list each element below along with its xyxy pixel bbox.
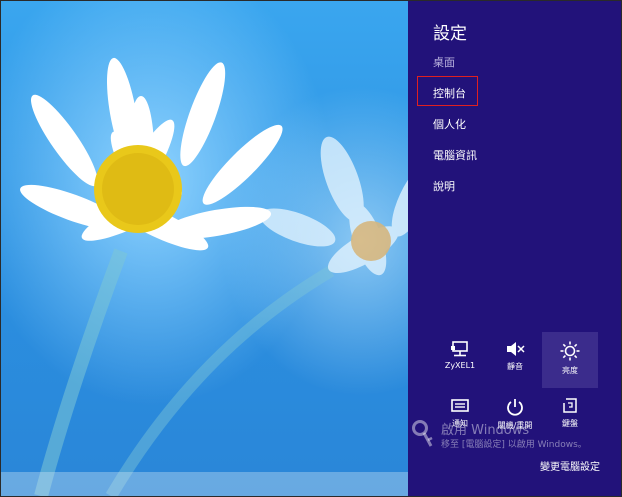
watermark-title: 啟用 Windows <box>441 423 530 438</box>
settings-title: 設定 <box>433 24 467 44</box>
daisy-wallpaper-image <box>20 57 408 496</box>
menu-item-help[interactable]: 說明 <box>433 178 455 194</box>
notifications-icon <box>451 399 469 412</box>
taskbar-strip <box>1 472 408 496</box>
menu-item-personalization[interactable]: 個人化 <box>433 116 466 132</box>
network-tile[interactable]: ZyXEL1 <box>432 332 488 388</box>
keyboard-label: 鍵盤 <box>562 419 578 428</box>
watermark-subtitle: 移至 [電腦設定] 以啟用 Windows。 <box>441 440 587 450</box>
speaker-mute-icon <box>507 342 525 356</box>
network-label: ZyXEL1 <box>444 361 476 370</box>
key-icon <box>412 420 433 447</box>
brightness-sun-icon <box>560 341 580 361</box>
menu-item-desktop[interactable]: 桌面 <box>433 54 455 70</box>
power-icon <box>507 399 523 416</box>
screenshot-frame: 設定 桌面 控制台 個人化 電腦資訊 說明 ZyXEL1 靜音 亮度 通知 關機… <box>0 0 622 497</box>
menu-item-control-panel[interactable]: 控制台 <box>433 85 466 101</box>
keyboard-icon <box>563 398 577 413</box>
brightness-label: 亮度 <box>562 366 578 375</box>
brightness-tile[interactable]: 亮度 <box>542 332 598 388</box>
volume-label: 靜音 <box>507 362 523 371</box>
menu-item-pc-info[interactable]: 電腦資訊 <box>433 147 477 163</box>
volume-tile[interactable]: 靜音 <box>487 332 543 388</box>
network-monitor-icon <box>451 341 468 357</box>
desktop-wallpaper <box>1 1 408 496</box>
change-pc-settings-link[interactable]: 變更電腦設定 <box>540 458 600 473</box>
